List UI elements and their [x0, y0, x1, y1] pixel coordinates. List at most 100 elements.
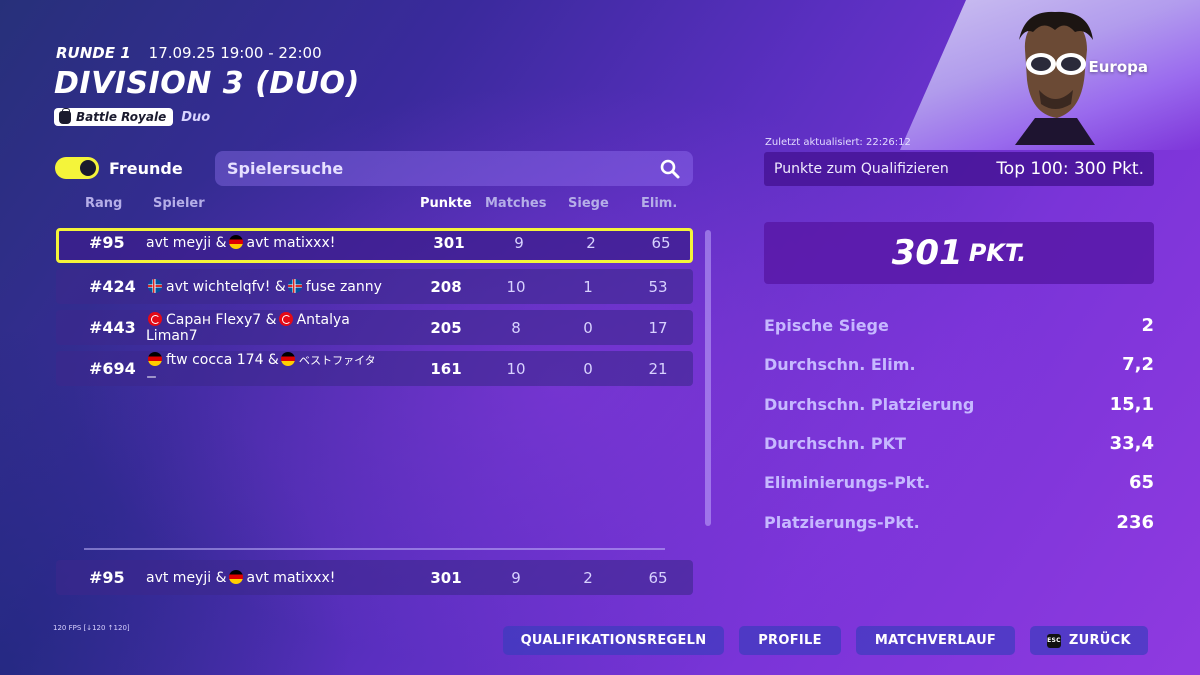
row-points: 205	[430, 318, 462, 337]
scrollbar[interactable]	[705, 230, 711, 526]
table-row[interactable]: #95 avt meyji & avt matixxx! 301 9 2 65	[56, 228, 693, 263]
stat-label: Durchschn. Elim.	[764, 355, 916, 375]
mode-badge: Battle Royale	[54, 107, 174, 126]
fps-counter: 120 FPS [↓120 ↑120]	[53, 624, 130, 632]
flag-turkey-icon	[278, 311, 293, 326]
stat-value: 15,1	[1109, 393, 1154, 415]
table-row[interactable]: #694 ftw cocca 174 & ベストファイター 161 10 0 21	[56, 351, 693, 386]
total-points-unit: PKT.	[968, 239, 1027, 267]
divider	[84, 548, 665, 550]
stat-row: Durchschn. PKT 33,4	[764, 424, 1154, 463]
qualification-rules-button[interactable]: QUALIFIKATIONSREGELN	[503, 626, 724, 655]
row-elims: 21	[648, 359, 668, 378]
table-row[interactable]: #424 avt wichtelqfv! & fuse zanny 208 10 …	[56, 269, 693, 304]
stat-row: Eliminierungs-Pkt. 65	[764, 463, 1154, 502]
player-1-name: ftw cocca 174 &	[166, 351, 279, 368]
mode-sub-label: Duo	[181, 109, 211, 125]
match-history-button[interactable]: MATCHVERLAUF	[856, 626, 1015, 655]
stat-row: Durchschn. Elim. 7,2	[764, 345, 1154, 384]
row-players: Сарaн Flexy7 & Antalya Liman7	[146, 310, 386, 345]
row-players: avt meyji & avt matixxx!	[146, 560, 386, 595]
player-2-name: fuse zanny	[305, 278, 382, 295]
stat-value: 65	[1128, 472, 1154, 494]
qualify-box: Punkte zum Qualifizieren Top 100: 300 Pk…	[764, 152, 1154, 186]
flag-germany-icon	[280, 351, 295, 366]
round-label: RUNDE 1	[56, 44, 131, 62]
row-players: ftw cocca 174 & ベストファイター	[146, 351, 386, 386]
row-matches: 9	[511, 568, 521, 587]
stat-value: 2	[1141, 315, 1154, 337]
bag-icon	[59, 107, 71, 124]
row-rank: #424	[89, 277, 136, 296]
row-matches: 9	[514, 233, 524, 252]
flag-germany-icon	[228, 569, 243, 584]
col-player: Spieler	[153, 196, 205, 211]
stat-label: Platzierungs-Pkt.	[764, 512, 920, 532]
back-button[interactable]: ESC ZURÜCK	[1030, 626, 1148, 655]
bottom-bar: QUALIFIKATIONSREGELN PROFILE MATCHVERLAU…	[503, 626, 1148, 655]
row-points: 161	[430, 359, 462, 378]
row-rank: #95	[89, 568, 125, 587]
total-points: 301	[891, 233, 963, 273]
search-box[interactable]	[215, 151, 693, 186]
row-points: 208	[430, 277, 462, 296]
col-wins[interactable]: Siege	[568, 196, 609, 211]
row-elims: 65	[648, 568, 668, 587]
mode-badge-label: Battle Royale	[76, 110, 167, 124]
player-1-name: avt meyji &	[146, 569, 227, 586]
row-matches: 10	[506, 277, 526, 296]
row-rank: #443	[89, 318, 136, 337]
profile-button[interactable]: PROFILE	[739, 626, 841, 655]
stat-value: 7,2	[1122, 354, 1154, 376]
stat-row: Epische Siege 2	[764, 306, 1154, 345]
toggle-knob	[80, 160, 96, 176]
search-icon[interactable]	[659, 158, 681, 180]
row-points: 301	[433, 233, 465, 252]
row-matches: 10	[506, 359, 526, 378]
region-label: Europa	[1088, 58, 1149, 76]
stat-label: Eliminierungs-Pkt.	[764, 473, 931, 493]
row-players: avt meyji & avt matixxx!	[146, 228, 386, 257]
total-points-box: 301 PKT.	[764, 222, 1154, 284]
player-2-name: avt matixxx!	[246, 234, 336, 251]
stat-label: Epische Siege	[764, 316, 889, 336]
row-wins: 2	[586, 233, 596, 252]
row-wins: 0	[583, 359, 593, 378]
qualify-label: Punkte zum Qualifizieren	[774, 161, 949, 177]
row-points: 301	[430, 568, 462, 587]
search-input[interactable]	[227, 159, 659, 178]
row-elims: 53	[648, 277, 668, 296]
col-points[interactable]: Punkte	[420, 196, 472, 211]
player-1-name: avt wichtelqfv! &	[166, 278, 286, 295]
row-wins: 2	[583, 568, 593, 587]
stat-value: 33,4	[1109, 433, 1154, 455]
toggle-switch[interactable]	[55, 157, 99, 179]
mode-info: Battle Royale Duo	[54, 107, 211, 126]
round-info: RUNDE 1 17.09.25 19:00 - 22:00	[56, 44, 322, 62]
player-2-name: avt matixxx!	[246, 569, 336, 586]
back-label: ZURÜCK	[1068, 633, 1131, 648]
col-rank: Rang	[85, 196, 123, 211]
col-matches[interactable]: Matches	[485, 196, 546, 211]
last-updated: Zuletzt aktualisiert: 22:26:12	[765, 137, 911, 148]
flag-iceland-icon	[148, 278, 162, 293]
qualify-value: Top 100: 300 Pkt.	[996, 159, 1144, 179]
my-team-row[interactable]: #95 avt meyji & avt matixxx! 301 9 2 65	[56, 560, 693, 595]
stat-value: 236	[1116, 511, 1154, 533]
stat-row: Platzierungs-Pkt. 236	[764, 502, 1154, 541]
row-players: avt wichtelqfv! & fuse zanny	[146, 269, 386, 304]
esc-key-icon: ESC	[1047, 633, 1061, 648]
row-rank: #95	[89, 233, 125, 252]
friends-toggle[interactable]: Freunde	[55, 157, 183, 179]
row-elims: 65	[651, 233, 671, 252]
stat-label: Durchschn. Platzierung	[764, 394, 975, 414]
leaderboard-list: #95 avt meyji & avt matixxx! 301 9 2 65 #…	[56, 228, 693, 392]
page-title: DIVISION 3 (DUO)	[54, 66, 360, 101]
col-elims[interactable]: Elim.	[641, 196, 677, 211]
table-header: Rang Spieler Punkte Matches Siege Elim.	[56, 196, 693, 214]
stats-list: Epische Siege 2 Durchschn. Elim. 7,2 Dur…	[764, 306, 1154, 542]
table-row[interactable]: #443 Сарaн Flexy7 & Antalya Liman7 205 8 …	[56, 310, 693, 345]
flag-iceland-icon	[287, 278, 302, 293]
player-1-name: Сарaн Flexy7 &	[166, 311, 277, 328]
player-1-name: avt meyji &	[146, 234, 227, 251]
